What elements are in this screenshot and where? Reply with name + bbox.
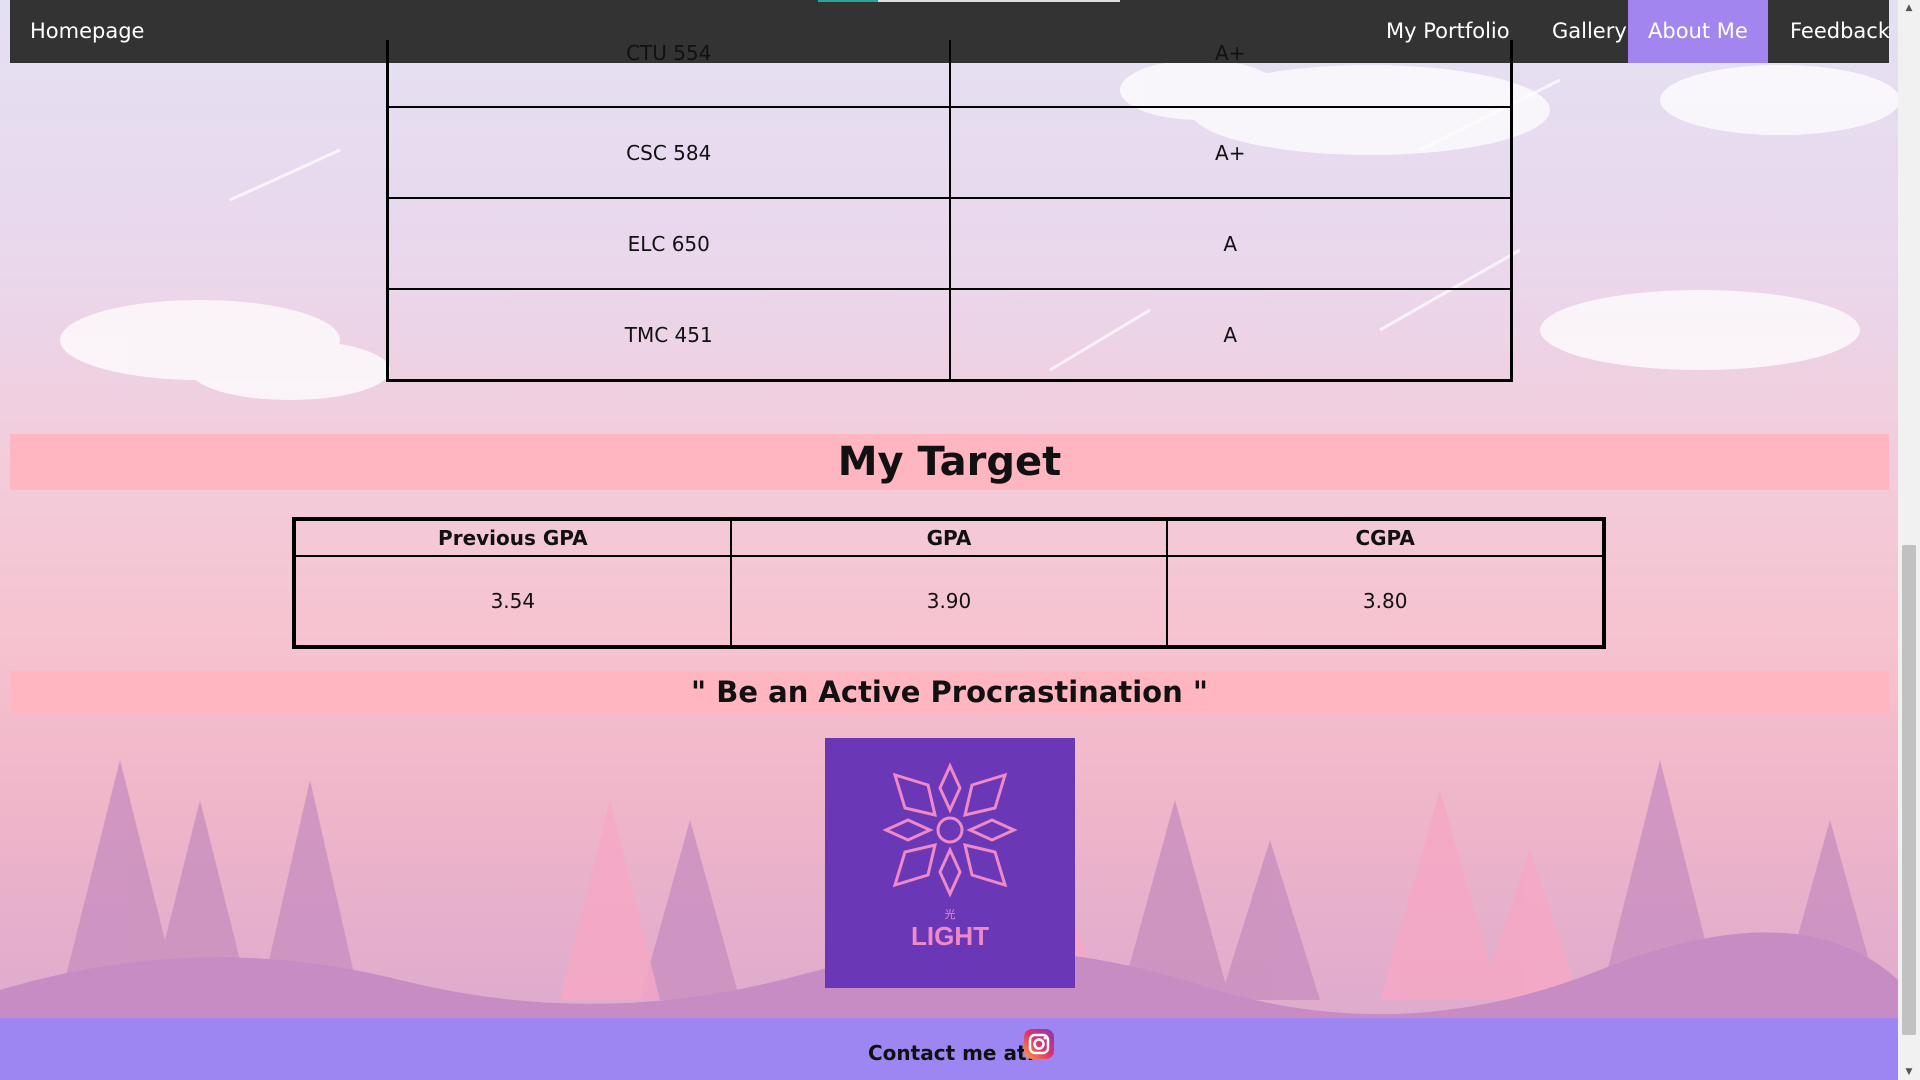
cgpa-header: CGPA (1166, 518, 1605, 557)
nav-accent-bar (818, 0, 878, 2)
grade-cell: A (948, 288, 1513, 382)
nav-about-me-link[interactable]: About Me (1628, 0, 1768, 63)
scroll-down-arrow-icon[interactable]: ▼ (1898, 1064, 1920, 1080)
nav-accent-bar (878, 0, 1120, 2)
footer: Contact me at: (0, 1018, 1898, 1080)
grades-table: CTU 554 A+ CSC 584 A+ ELC 650 A TMC 451 … (386, 40, 1513, 382)
vertical-scrollbar[interactable]: ▲ ▼ (1898, 0, 1920, 1080)
nav-homepage-link[interactable]: Homepage (10, 0, 164, 63)
cgpa-value: 3.80 (1166, 555, 1605, 648)
scroll-up-arrow-icon[interactable]: ▲ (1898, 0, 1920, 16)
quote-banner: " Be an Active Procrastination " (10, 671, 1889, 713)
nav-feedback-link[interactable]: Feedback (1770, 0, 1910, 63)
subject-cell: TMC 451 (386, 288, 951, 382)
grade-cell: A+ (948, 40, 1513, 108)
logo-wordmark: LIGHT (911, 921, 989, 951)
scrollbar-thumb[interactable] (1902, 545, 1916, 1035)
table-row: CTU 554 A+ (386, 40, 1513, 108)
grade-cell: A (948, 197, 1513, 290)
subject-cell: CSC 584 (386, 106, 951, 199)
table-row: ELC 650 A (386, 197, 1513, 290)
table-header-row: Previous GPA GPA CGPA (293, 518, 1605, 557)
table-row: 3.54 3.90 3.80 (293, 555, 1605, 648)
table-row: TMC 451 A (386, 288, 1513, 382)
gpa-header: GPA (729, 518, 1169, 557)
grade-cell: A+ (948, 106, 1513, 199)
my-target-heading: My Target (10, 434, 1889, 490)
subject-cell: ELC 650 (386, 197, 951, 290)
logo-kanji: 光 (944, 908, 956, 921)
light-logo: 光 LIGHT (825, 738, 1075, 988)
flower-emblem-icon (882, 762, 1018, 898)
previous-gpa-value: 3.54 (293, 555, 732, 648)
instagram-icon[interactable] (1023, 1028, 1055, 1060)
table-row: CSC 584 A+ (386, 106, 1513, 199)
contact-label: Contact me at: (868, 1041, 1035, 1065)
subject-cell: CTU 554 (386, 40, 951, 108)
gpa-value: 3.90 (729, 555, 1169, 648)
target-gpa-table: Previous GPA GPA CGPA 3.54 3.90 3.80 (292, 517, 1606, 649)
previous-gpa-header: Previous GPA (293, 518, 732, 557)
